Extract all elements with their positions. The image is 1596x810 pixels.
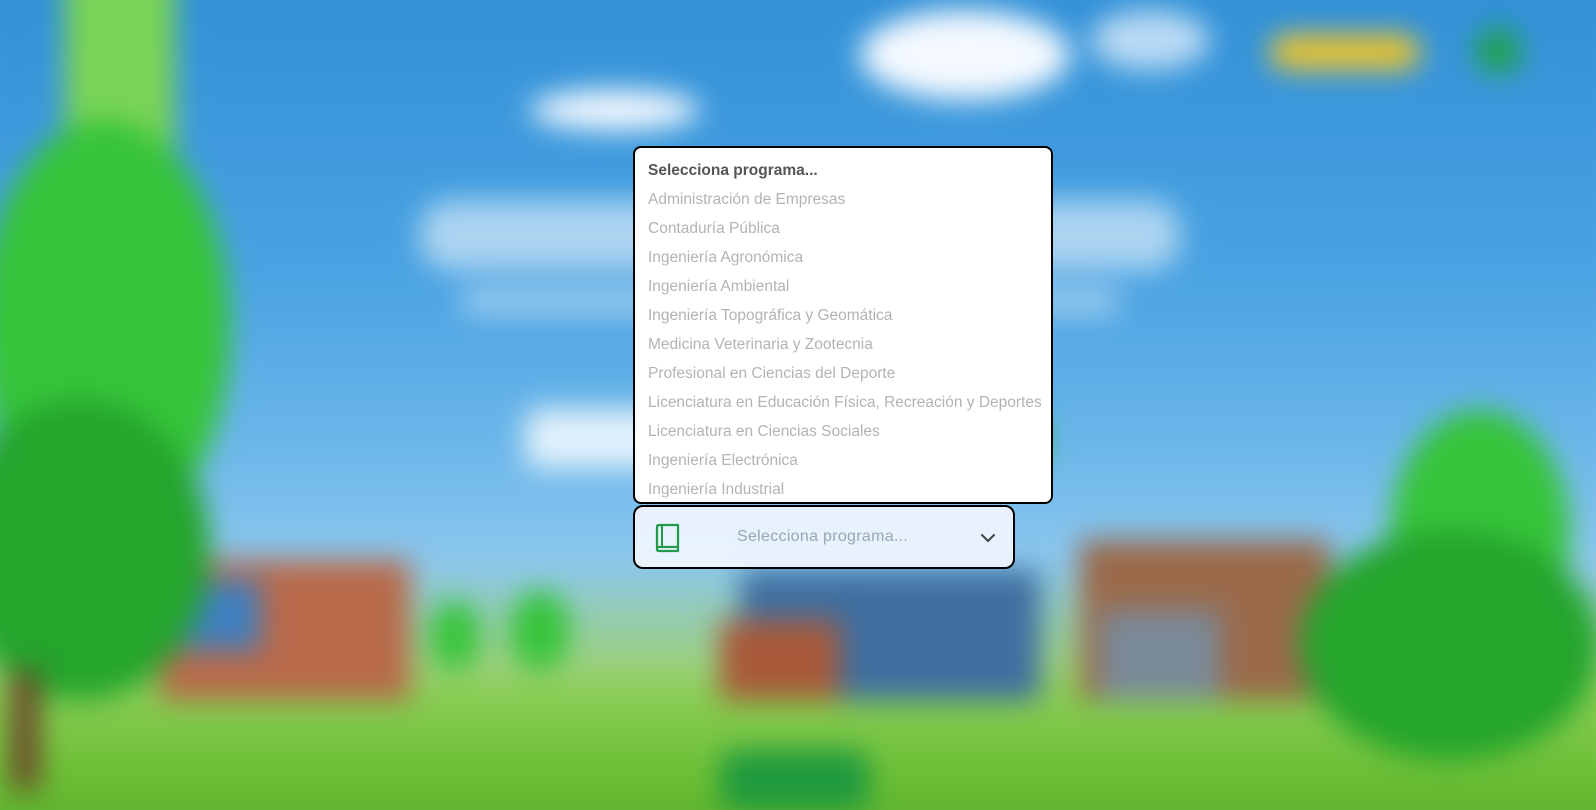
tree bbox=[510, 590, 570, 670]
option-ciencias-deporte[interactable]: Profesional en Ciencias del Deporte bbox=[635, 359, 1051, 388]
option-licenciatura-ciencias-sociales[interactable]: Licenciatura en Ciencias Sociales bbox=[635, 417, 1051, 446]
option-ingenieria-topografica[interactable]: Ingeniería Topográfica y Geomática bbox=[635, 301, 1051, 330]
option-ingenieria-electronica[interactable]: Ingeniería Electrónica bbox=[635, 446, 1051, 475]
cloud bbox=[530, 90, 700, 130]
option-contaduria-publica[interactable]: Contaduría Pública bbox=[635, 214, 1051, 243]
option-administracion-empresas[interactable]: Administración de Empresas bbox=[635, 185, 1051, 214]
option-medicina-veterinaria[interactable]: Medicina Veterinaria y Zootecnia bbox=[635, 330, 1051, 359]
bottom-cta-blurred bbox=[720, 750, 870, 810]
chevron-down-icon[interactable] bbox=[979, 529, 997, 547]
tree-trunk bbox=[10, 670, 40, 790]
building bbox=[720, 620, 840, 700]
select-placeholder: Selecciona programa... bbox=[737, 528, 909, 545]
book-icon bbox=[653, 523, 681, 553]
tree bbox=[1300, 530, 1596, 760]
option-licenciatura-educacion-fisica[interactable]: Licenciatura en Educación Física, Recrea… bbox=[635, 388, 1051, 417]
program-options-list[interactable]: Selecciona programa... Administración de… bbox=[633, 146, 1053, 504]
header-button bbox=[1270, 35, 1420, 69]
program-select[interactable]: Selecciona programa... bbox=[633, 505, 1015, 569]
cloud bbox=[860, 10, 1070, 100]
cloud bbox=[1090, 10, 1210, 70]
tree bbox=[430, 600, 480, 670]
option-ingenieria-ambiental[interactable]: Ingeniería Ambiental bbox=[635, 272, 1051, 301]
option-ingenieria-agronomica[interactable]: Ingeniería Agronómica bbox=[635, 243, 1051, 272]
header-avatar bbox=[1475, 28, 1521, 74]
building bbox=[1100, 610, 1220, 700]
option-placeholder[interactable]: Selecciona programa... bbox=[635, 156, 1051, 185]
option-ingenieria-industrial[interactable]: Ingeniería Industrial bbox=[635, 475, 1051, 504]
